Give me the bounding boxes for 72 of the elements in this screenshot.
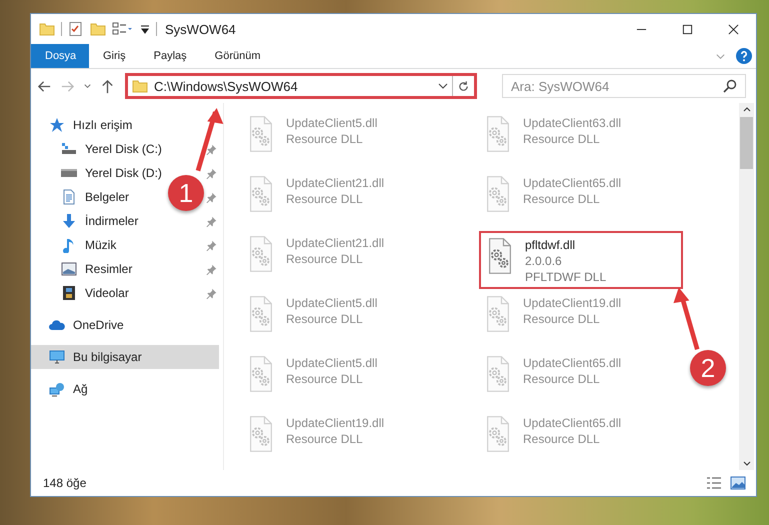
file-item[interactable]: pfltdwf.dll 2.0.0.6 PFLTDWF DLL (479, 231, 683, 289)
file-name: UpdateClient21.dll (286, 235, 384, 251)
folder-icon (132, 78, 148, 94)
sidebar-item[interactable]: Bu bilgisayar (31, 345, 219, 369)
monitor-icon (49, 349, 65, 365)
file-name: UpdateClient19.dll (523, 295, 622, 311)
ribbon-tab[interactable]: Dosya (31, 44, 89, 68)
scrollbar-thumb[interactable] (740, 117, 753, 169)
dropdown-caret-icon[interactable] (438, 81, 448, 91)
sidebar-item[interactable]: Ağ (31, 377, 219, 401)
file-name: UpdateClient5.dll (286, 115, 378, 131)
sidebar-item[interactable]: Hızlı erişim (31, 113, 219, 137)
sidebar-item[interactable]: Yerel Disk (C:) (31, 137, 162, 161)
file-name: UpdateClient65.dll (523, 415, 622, 431)
refresh-icon (457, 80, 470, 92)
search-icon (722, 78, 738, 94)
sidebar-item[interactable]: İndirmeler (31, 209, 138, 233)
film-strip-icon (61, 285, 77, 301)
tiles-view-icon[interactable] (730, 475, 746, 491)
download-arrow-icon (61, 213, 77, 229)
sidebar-item[interactable]: Resimler (31, 257, 132, 281)
address-field[interactable]: C:\Windows\SysWOW64 (128, 76, 452, 96)
file-description: Resource DLL (286, 371, 364, 387)
checklist-icon[interactable] (68, 21, 84, 37)
file-name: UpdateClient63.dll (523, 115, 622, 131)
help-icon[interactable] (736, 48, 752, 64)
sidebar-item[interactable]: Videolar (31, 281, 129, 305)
file-description: Resource DLL (286, 431, 364, 447)
file-description: Resource DLL (523, 131, 601, 147)
up-arrow-icon[interactable] (100, 78, 115, 94)
star-icon (49, 117, 65, 133)
file-name: UpdateClient65.dll (523, 175, 622, 191)
file-description: Resource DLL (286, 131, 364, 147)
file-description: Resource DLL (523, 371, 601, 387)
file-name: UpdateClient5.dll (286, 355, 378, 371)
file-name: pfltdwf.dll (525, 237, 576, 253)
drive-icon (61, 169, 77, 177)
file-name: UpdateClient21.dll (286, 175, 384, 191)
back-arrow-icon[interactable] (37, 78, 52, 94)
recent-caret-icon[interactable] (83, 82, 92, 90)
ribbon-tab[interactable]: Paylaş (140, 44, 201, 68)
file-description: Resource DLL (523, 311, 601, 327)
sidebar-item[interactable]: Yerel Disk (D:) (31, 161, 162, 185)
sidebar-item[interactable]: OneDrive (31, 313, 219, 337)
close-icon (728, 24, 738, 34)
sidebar-item[interactable]: Müzik (31, 233, 116, 257)
ribbon-tab[interactable]: Giriş (89, 44, 140, 68)
document-icon (61, 189, 77, 205)
ribbon-tab[interactable]: Görünüm (200, 44, 274, 68)
file-description: Resource DLL (523, 431, 601, 447)
file-description: Resource DLL (286, 191, 364, 207)
drive-icon (61, 141, 77, 157)
file-description: PFLTDWF DLL (525, 269, 606, 285)
folder-path: C:\Windows\SysWOW64 (154, 78, 298, 94)
file-name: UpdateClient5.dll (286, 295, 378, 311)
window-title: SysWOW64 (165, 22, 236, 36)
file-version: 2.0.0.6 (525, 253, 563, 269)
sidebar-item[interactable]: Belgeler (31, 185, 130, 209)
maximize-icon (682, 24, 692, 34)
file-name: UpdateClient65.dll (523, 355, 622, 371)
search-field[interactable]: Ara: SysWOW64 (502, 74, 746, 98)
customize-caret-icon[interactable] (140, 24, 150, 34)
file-description: Resource DLL (523, 191, 601, 207)
properties-icon[interactable] (112, 21, 134, 37)
file-name: UpdateClient19.dll (286, 415, 384, 431)
file-description: Resource DLL (286, 251, 364, 267)
picture-icon (61, 261, 77, 277)
network-icon (49, 381, 65, 397)
file-description: Resource DLL (286, 311, 364, 327)
details-view-icon[interactable] (706, 475, 722, 491)
scrollbar[interactable] (739, 103, 754, 470)
item-count: 148 öğe (43, 476, 86, 490)
